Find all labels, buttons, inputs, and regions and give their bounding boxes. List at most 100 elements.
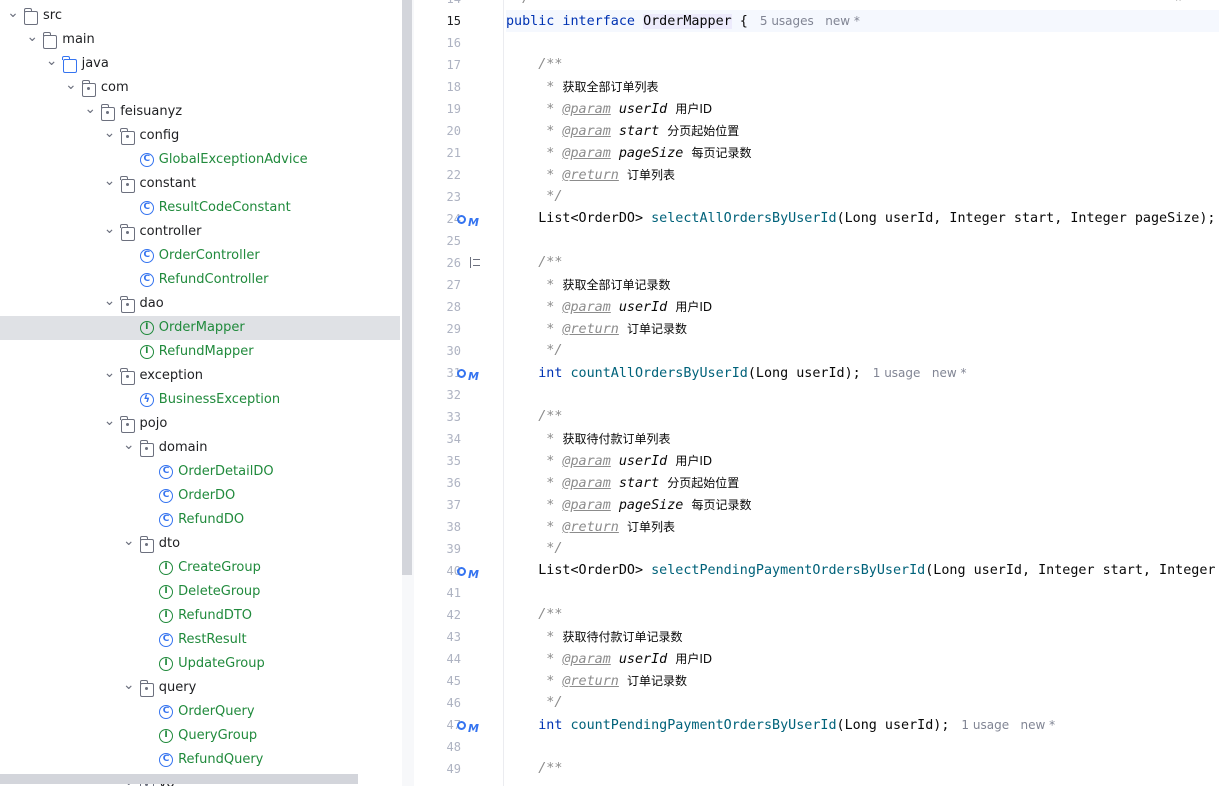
tree-item-java[interactable]: ⌄ java	[0, 52, 400, 76]
mybatis-icon[interactable]: M	[468, 366, 479, 388]
tree-item-orderdetaildo[interactable]: C OrderDetailDO	[0, 460, 400, 484]
code-line[interactable]: 37 * @param pageSize 每页记录数	[447, 494, 1219, 516]
code-line[interactable]: 19 * @param userId 用户ID	[447, 98, 1219, 120]
code-line[interactable]: 29 * @return 订单记录数	[447, 318, 1219, 340]
implemented-icon[interactable]	[457, 721, 466, 730]
tree-item-com[interactable]: ⌄ com	[0, 76, 400, 100]
chevron-down-icon[interactable]: ⌄	[83, 100, 97, 124]
code-line[interactable]: 39 */	[447, 538, 1219, 560]
code-line[interactable]: 21 * @param pageSize 每页记录数	[447, 142, 1219, 164]
code-line[interactable]: 16	[447, 32, 1219, 54]
chevron-down-icon[interactable]: ⌄	[103, 364, 117, 388]
mybatis-icon[interactable]: M	[468, 718, 479, 740]
code-line[interactable]: 23 */	[447, 186, 1219, 208]
chevron-down-icon[interactable]: ⌄	[122, 532, 136, 556]
tree-item-orderdo[interactable]: C OrderDO	[0, 484, 400, 508]
tree-item-restresult[interactable]: C RestResult	[0, 628, 400, 652]
code-line[interactable]: 33 /**	[447, 406, 1219, 428]
tree-item-main[interactable]: ⌄ main	[0, 28, 400, 52]
code-line[interactable]: 25	[447, 230, 1219, 252]
implemented-icon[interactable]	[457, 369, 466, 378]
tree-item-src[interactable]: ⌄ src	[0, 4, 400, 28]
tree-item-ordercontroller[interactable]: C OrderController	[0, 244, 400, 268]
tree-item-orderquery[interactable]: C OrderQuery	[0, 700, 400, 724]
code-line[interactable]: 48	[447, 736, 1219, 758]
code-line[interactable]: 18 * 获取全部订单列表	[447, 76, 1219, 98]
code-line[interactable]: 31 M int countAllOrdersByUserId(Long user…	[447, 362, 1219, 384]
code-line[interactable]: 43 * 获取待付款订单记录数	[447, 626, 1219, 648]
tree-item-refundcontroller[interactable]: C RefundController	[0, 268, 400, 292]
tree-item-querygroup[interactable]: I QueryGroup	[0, 724, 400, 748]
project-horizontal-scrollbar[interactable]	[0, 774, 358, 784]
tree-item-refunddo[interactable]: C RefundDO	[0, 508, 400, 532]
code-line[interactable]: 46 */	[447, 692, 1219, 714]
code-line[interactable]: 44 * @param userId 用户ID	[447, 648, 1219, 670]
mybatis-icon[interactable]: M	[468, 564, 479, 586]
tree-item-feisuanyz[interactable]: ⌄ feisuanyz	[0, 100, 400, 124]
code-line[interactable]: 26 /**	[447, 252, 1219, 274]
code-line[interactable]: 20 * @param start 分页起始位置	[447, 120, 1219, 142]
code-line[interactable]: 47 M int countPendingPaymentOrdersByUserI…	[447, 714, 1219, 736]
code-line[interactable]: 38 * @return 订单列表	[447, 516, 1219, 538]
implemented-icon[interactable]	[457, 215, 466, 224]
tree-item-globalexceptionadvice[interactable]: C GlobalExceptionAdvice	[0, 148, 400, 172]
code-token: (Long userId);	[836, 718, 950, 733]
code-editor[interactable]: ⌃ 14 */15public interface OrderMapper {5…	[414, 0, 1219, 786]
tree-item-controller[interactable]: ⌄ controller	[0, 220, 400, 244]
code-line[interactable]: 35 * @param userId 用户ID	[447, 450, 1219, 472]
tree-item-refundquery[interactable]: C RefundQuery	[0, 748, 400, 772]
code-line[interactable]: 15 public interface OrderMapper {5 usages…	[447, 10, 1219, 32]
code-line[interactable]: 40 M List<OrderDO> selectPendingPaymentOr…	[447, 560, 1219, 582]
chevron-down-icon[interactable]: ⌄	[122, 436, 136, 460]
render-doc-icon[interactable]	[470, 257, 481, 268]
chevron-down-icon[interactable]: ⌄	[103, 412, 117, 436]
chevron-down-icon[interactable]: ⌄	[122, 676, 136, 700]
code-line[interactable]: 22 * @return 订单列表	[447, 164, 1219, 186]
code-line[interactable]: 41	[447, 582, 1219, 604]
code-line[interactable]: 49 /**	[447, 758, 1219, 780]
tree-item-updategroup[interactable]: I UpdateGroup	[0, 652, 400, 676]
tree-item-dto[interactable]: ⌄ dto	[0, 532, 400, 556]
code-line[interactable]: 24 M List<OrderDO> selectAllOrdersByUserI…	[447, 208, 1219, 230]
chevron-down-icon[interactable]: ⌄	[45, 52, 59, 76]
usages-inlay-hint[interactable]: 5 usages new *	[760, 14, 860, 28]
mybatis-icon[interactable]: M	[468, 212, 479, 234]
tree-item-query[interactable]: ⌄ query	[0, 676, 400, 700]
code-line[interactable]: 34 * 获取待付款订单列表	[447, 428, 1219, 450]
chevron-down-icon[interactable]: ⌄	[103, 220, 117, 244]
chevron-down-icon[interactable]: ⌄	[64, 76, 78, 100]
code-line[interactable]: 30 */	[447, 340, 1219, 362]
code-line[interactable]: 27 * 获取全部订单记录数	[447, 274, 1219, 296]
usages-inlay-hint[interactable]: 1 usage new *	[961, 718, 1055, 732]
tree-item-constant[interactable]: ⌄ constant	[0, 172, 400, 196]
tree-item-refunddto[interactable]: I RefundDTO	[0, 604, 400, 628]
tree-item-pojo[interactable]: ⌄ pojo	[0, 412, 400, 436]
tree-item-exception[interactable]: ⌄ exception	[0, 364, 400, 388]
tree-item-refundmapper[interactable]: I RefundMapper	[0, 340, 400, 364]
code-line[interactable]: 17 /**	[447, 54, 1219, 76]
code-line[interactable]: 42 /**	[447, 604, 1219, 626]
chevron-down-icon[interactable]: ⌄	[103, 172, 117, 196]
code-line[interactable]: 32	[447, 384, 1219, 406]
tree-item-ordermapper[interactable]: I OrderMapper	[0, 316, 400, 340]
chevron-down-icon[interactable]: ⌄	[103, 124, 117, 148]
class-icon: C	[139, 201, 154, 215]
package-icon	[139, 536, 154, 553]
code-line[interactable]: 36 * @param start 分页起始位置	[447, 472, 1219, 494]
tree-item-resultcodeconstant[interactable]: C ResultCodeConstant	[0, 196, 400, 220]
chevron-down-icon[interactable]: ⌄	[6, 4, 20, 28]
chevron-down-icon[interactable]: ⌄	[103, 292, 117, 316]
chevron-down-icon[interactable]: ⌄	[25, 28, 39, 52]
tree-item-dao[interactable]: ⌄ dao	[0, 292, 400, 316]
code-line[interactable]: 14 */	[447, 0, 1219, 10]
usages-inlay-hint[interactable]: 1 usage new *	[873, 366, 967, 380]
implemented-icon[interactable]	[457, 567, 466, 576]
code-line[interactable]: 28 * @param userId 用户ID	[447, 296, 1219, 318]
code-line[interactable]: 45 * @return 订单记录数	[447, 670, 1219, 692]
tree-item-creategroup[interactable]: I CreateGroup	[0, 556, 400, 580]
project-scrollbar-thumb[interactable]	[402, 0, 412, 575]
tree-item-deletegroup[interactable]: I DeleteGroup	[0, 580, 400, 604]
tree-item-config[interactable]: ⌄ config	[0, 124, 400, 148]
tree-item-businessexception[interactable]: ϟ BusinessException	[0, 388, 400, 412]
tree-item-domain[interactable]: ⌄ domain	[0, 436, 400, 460]
